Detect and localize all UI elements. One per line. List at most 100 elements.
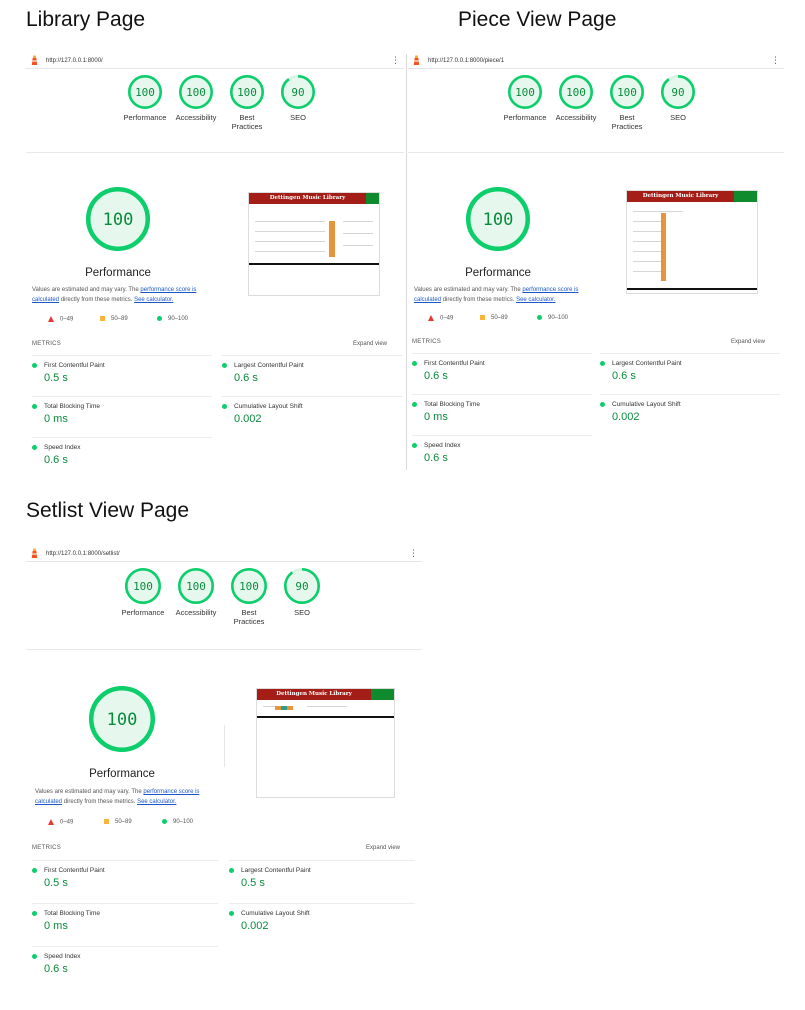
- legend-fail: 0–49: [48, 316, 73, 323]
- metric-cls: Cumulative Layout Shift 0.002: [229, 903, 415, 932]
- thumbnail-row: [343, 221, 373, 222]
- see-calculator-link[interactable]: See calculator.: [134, 297, 173, 303]
- note-text: directly from these metrics.: [62, 799, 138, 805]
- seo-gauge[interactable]: 90 SEO: [653, 74, 703, 122]
- accessibility-gauge[interactable]: 100 Accessibility: [171, 567, 221, 617]
- legend-average: 50–89: [104, 819, 132, 825]
- performance-gauge[interactable]: 100 Performance: [120, 74, 170, 122]
- setlist-view-page-heading: Setlist View Page: [26, 499, 190, 522]
- gauge-score: 100: [186, 86, 206, 99]
- more-options-icon[interactable]: ⋮: [409, 548, 418, 558]
- metric-speed-index: Speed Index 0.6 s: [412, 435, 592, 464]
- gauge-score: 90: [291, 86, 304, 99]
- gauge-label: SEO: [294, 608, 310, 617]
- best-practices-gauge-ring: 100: [610, 75, 644, 109]
- accessibility-gauge[interactable]: 100 Accessibility: [551, 74, 601, 122]
- gauge-score: 100: [617, 86, 637, 99]
- thumbnail-column: [329, 221, 335, 257]
- gauge-score: 100: [566, 86, 586, 99]
- seo-gauge[interactable]: 90 SEO: [277, 567, 327, 617]
- best-practices-gauge-ring: 100: [230, 567, 268, 605]
- legend-pass: 90–100: [537, 315, 568, 321]
- metric-value: 0.002: [234, 413, 262, 425]
- metric-value: 0.002: [241, 920, 269, 932]
- report-url-bar: http://127.0.0.1:8000/ ⋮: [26, 54, 404, 69]
- gauge-score: 100: [133, 580, 153, 593]
- setlist-report: http://127.0.0.1:8000/setlist/ ⋮ 100 Perf…: [26, 547, 422, 987]
- fail-triangle-icon: [48, 819, 54, 825]
- thumbnail-row: [343, 245, 373, 246]
- gauge-label: Best Practices: [611, 113, 643, 131]
- more-options-icon[interactable]: ⋮: [391, 55, 400, 65]
- gauge-score: 100: [515, 86, 535, 99]
- section-divider: [26, 152, 404, 153]
- see-calculator-link[interactable]: See calculator.: [516, 297, 555, 303]
- legend-fail-label: 0–49: [440, 315, 454, 322]
- legend-fail-label: 0–49: [60, 819, 74, 826]
- thumbnail-column: [661, 213, 666, 281]
- metric-label: First Contentful Paint: [412, 360, 592, 367]
- see-calculator-link[interactable]: See calculator.: [137, 799, 176, 805]
- metric-label: Speed Index: [32, 953, 218, 960]
- metrics-heading: METRICS: [32, 845, 62, 851]
- gauge-label: Accessibility: [175, 113, 217, 122]
- performance-big-ring: 100: [89, 686, 155, 752]
- gauge-label: SEO: [290, 113, 306, 122]
- expand-view-button[interactable]: Expand view: [731, 339, 765, 345]
- gauge-label: Best Practices: [231, 113, 263, 131]
- seo-gauge-ring: 90: [661, 75, 695, 109]
- more-options-icon[interactable]: ⋮: [771, 55, 780, 65]
- accessibility-gauge-ring: 100: [179, 75, 213, 109]
- estimate-note: Values are estimated and may vary. The p…: [35, 787, 225, 807]
- performance-gauge-ring: 100: [128, 75, 162, 109]
- performance-big-ring: 100: [466, 187, 530, 251]
- thumbnail-row: [255, 221, 325, 222]
- metric-value: 0.6 s: [234, 372, 258, 384]
- seo-gauge-ring: 90: [281, 75, 315, 109]
- metric-value: 0.5 s: [44, 877, 68, 889]
- score-gauges: 100 Performance 100 Accessibility 100 Best …: [500, 74, 700, 154]
- average-square-icon: [104, 819, 109, 824]
- thumbnail-footer: [627, 288, 757, 290]
- thumbnail-nav: [371, 689, 394, 700]
- legend-fail-label: 0–49: [60, 316, 74, 323]
- gauge-label: SEO: [670, 113, 686, 122]
- thumbnail-header-title: Dettingen Music Library: [627, 191, 734, 202]
- best-practices-gauge[interactable]: 100 Best Practices: [222, 74, 272, 131]
- best-practices-gauge[interactable]: 100 Best Practices: [602, 74, 652, 131]
- legend-pass-label: 90–100: [168, 316, 189, 323]
- performance-big-gauge: 100 Performance: [458, 186, 538, 279]
- gauge-score: 100: [237, 86, 257, 99]
- estimate-note: Values are estimated and may vary. The p…: [414, 285, 594, 305]
- performance-gauge[interactable]: 100 Performance: [118, 567, 168, 617]
- library-page-heading: Library Page: [26, 8, 146, 31]
- score-gauges: 100 Performance 100 Accessibility 100 Best …: [120, 74, 320, 154]
- metric-fcp: First Contentful Paint 0.6 s: [412, 353, 592, 382]
- performance-gauge[interactable]: 100 Performance: [500, 74, 550, 122]
- gauge-score: 100: [107, 710, 138, 730]
- average-square-icon: [100, 316, 105, 321]
- estimate-note: Values are estimated and may vary. The p…: [32, 285, 212, 305]
- thumbnail-row: [633, 231, 663, 232]
- seo-gauge[interactable]: 90 SEO: [273, 74, 323, 122]
- thumbnail-nav: [366, 193, 379, 204]
- accessibility-gauge[interactable]: 100 Accessibility: [171, 74, 221, 122]
- expand-view-button[interactable]: Expand view: [366, 845, 400, 851]
- legend-fail: 0–49: [428, 315, 453, 322]
- performance-gauge-ring: 100: [124, 567, 162, 605]
- metric-tbt: Total Blocking Time 0 ms: [32, 903, 218, 932]
- metric-label: Largest Contentful Paint: [222, 362, 402, 369]
- report-url-bar: http://127.0.0.1:8000/setlist/ ⋮: [26, 547, 422, 562]
- note-text: Values are estimated and may vary. The: [32, 287, 141, 293]
- expand-view-button[interactable]: Expand view: [353, 341, 387, 347]
- piece-report: http://127.0.0.1:8000/piece/1 ⋮ 100 Perfo…: [408, 54, 784, 472]
- gauge-label: Accessibility: [175, 608, 217, 617]
- metric-label: Cumulative Layout Shift: [222, 403, 402, 410]
- best-practices-gauge[interactable]: 100 Best Practices: [224, 567, 274, 626]
- page-screenshot-thumbnail: Dettingen Music Library: [626, 190, 758, 294]
- legend-pass-label: 90–100: [548, 315, 569, 322]
- metric-speed-index: Speed Index 0.6 s: [32, 437, 212, 466]
- performance-big-gauge: 100 Performance: [78, 186, 158, 279]
- gauge-label: Performance: [503, 113, 547, 122]
- metric-fcp: First Contentful Paint 0.5 s: [32, 355, 212, 384]
